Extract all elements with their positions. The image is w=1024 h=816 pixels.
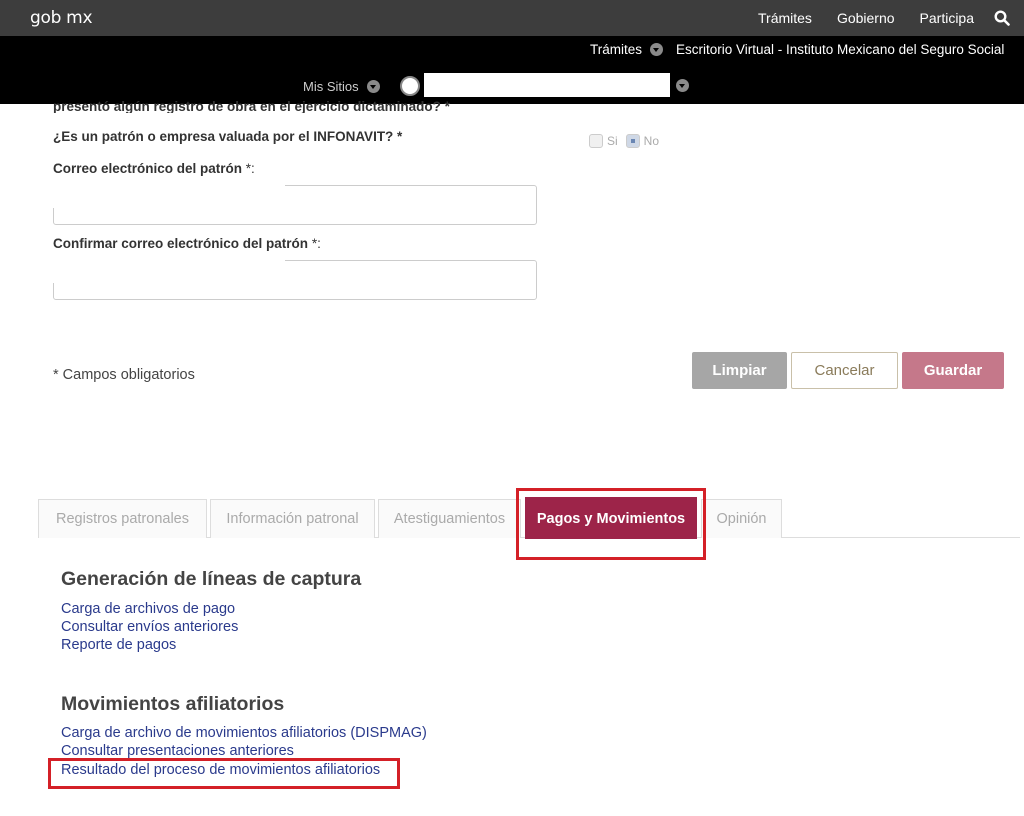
guardar-button[interactable]: Guardar: [902, 352, 1004, 389]
chevron-down-icon: [676, 79, 689, 92]
confirm-email-label-text: Confirmar correo electrónico del patrón: [53, 236, 312, 251]
confirm-email-field[interactable]: [52, 259, 537, 300]
tab-opinion[interactable]: Opinión: [701, 499, 782, 538]
radio-si[interactable]: [589, 134, 603, 148]
limpiar-button[interactable]: Limpiar: [692, 352, 787, 389]
email-label: Correo electrónico del patrón *:: [53, 161, 255, 176]
section-title-lineas: Generación de líneas de captura: [61, 568, 362, 590]
email-field[interactable]: [52, 184, 537, 225]
link-carga-dispmag[interactable]: Carga de archivo de movimientos afiliato…: [61, 725, 427, 741]
radio-no[interactable]: [625, 134, 640, 148]
gob-header-bar: gob mx Trámites Gobierno Participa: [0, 0, 1024, 36]
question-infonavit: ¿Es un patrón o empresa valuada por el I…: [53, 129, 403, 144]
site-title: Escritorio Virtual - Instituto Mexicano …: [676, 42, 1005, 57]
chevron-down-icon: [650, 43, 664, 56]
question-registro-obra: presentó algún registro de obra en el ej…: [53, 100, 450, 113]
tramites-dropdown[interactable]: Trámites: [590, 42, 664, 57]
link-carga-archivos-pago[interactable]: Carga de archivos de pago: [61, 601, 235, 617]
tab-atestiguamientos[interactable]: Atestiguamientos: [378, 499, 521, 538]
cancelar-button[interactable]: Cancelar: [791, 352, 898, 389]
link-resultado-proceso[interactable]: Resultado del proceso de movimientos afi…: [61, 762, 380, 778]
link-consultar-envios[interactable]: Consultar envíos anteriores: [61, 619, 238, 635]
confirm-email-label: Confirmar correo electrónico del patrón …: [53, 236, 321, 251]
radio-si-label: Si: [607, 134, 618, 148]
sub-header-bar: Trámites Escritorio Virtual - Instituto …: [0, 36, 1024, 104]
infonavit-radio-group: Si No: [589, 134, 667, 148]
gob-mx-logo[interactable]: gob mx: [30, 8, 93, 28]
chevron-down-icon: [366, 80, 380, 93]
confirm-email-required-mark: *:: [311, 236, 321, 251]
tab-registros-patronales[interactable]: Registros patronales: [38, 499, 207, 538]
mis-sitios-label: Mis Sitios: [303, 79, 359, 94]
tab-informacion-patronal[interactable]: Información patronal: [210, 499, 375, 538]
email-required-mark: *:: [245, 161, 255, 176]
sites-input[interactable]: [424, 73, 670, 97]
mis-sitios-dropdown[interactable]: Mis Sitios: [303, 79, 380, 94]
email-label-text: Correo electrónico del patrón: [53, 161, 246, 176]
search-icon[interactable]: [994, 10, 1010, 26]
tab-pagos-movimientos[interactable]: Pagos y Movimientos: [525, 497, 697, 539]
section-title-movimientos: Movimientos afiliatorios: [61, 693, 285, 715]
toggle-icon[interactable]: [400, 76, 420, 96]
tramites-label: Trámites: [590, 42, 643, 57]
required-fields-note: * Campos obligatorios: [53, 367, 195, 383]
gob-nav: Trámites Gobierno Participa: [733, 0, 1010, 36]
radio-no-label: No: [643, 134, 660, 148]
nav-gobierno[interactable]: Gobierno: [837, 10, 895, 26]
nav-participa[interactable]: Participa: [920, 10, 974, 26]
link-reporte-pagos[interactable]: Reporte de pagos: [61, 637, 176, 653]
sites-dropdown-arrow[interactable]: [676, 79, 689, 95]
link-consultar-presentaciones[interactable]: Consultar presentaciones anteriores: [61, 743, 294, 759]
nav-tramites[interactable]: Trámites: [758, 10, 812, 26]
